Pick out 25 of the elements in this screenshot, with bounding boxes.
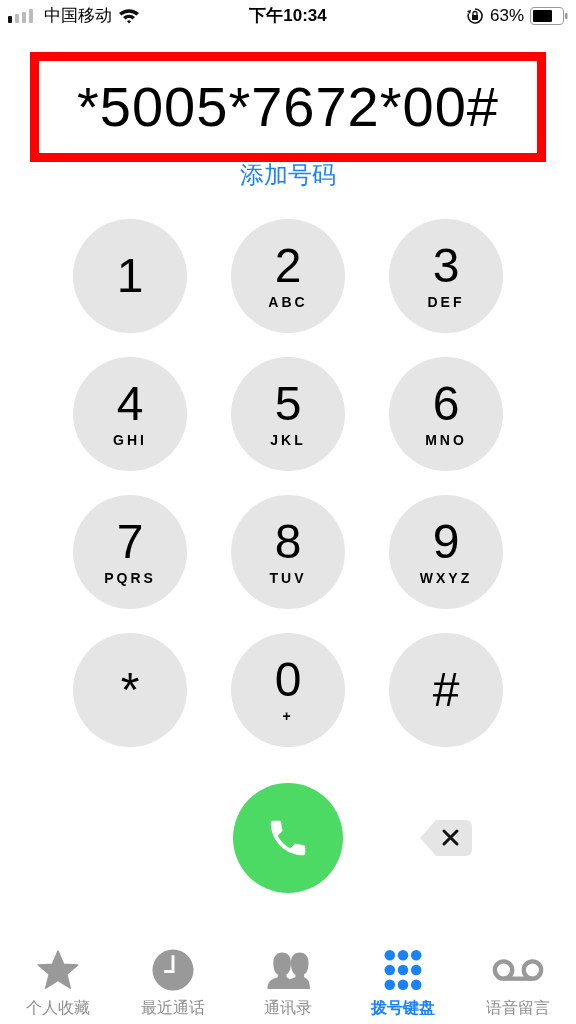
battery-icon — [530, 7, 568, 25]
carrier-name: 中国移动 — [44, 5, 112, 28]
keypad-key[interactable]: 2 ABC — [231, 219, 345, 333]
keypad-key[interactable]: 1 — [73, 219, 187, 333]
tab-bar-item[interactable]: 拨号键盘 — [345, 942, 461, 1020]
keypad-key[interactable]: 0 + — [231, 633, 345, 747]
keypad-key[interactable]: 8 TUV — [231, 495, 345, 609]
delete-button[interactable] — [418, 818, 474, 858]
dialed-number: *5005*7672*00# — [77, 74, 499, 140]
backspace-icon — [420, 820, 472, 856]
wifi-icon — [118, 8, 140, 24]
keypad-key[interactable]: * — [73, 633, 187, 747]
keypad-key[interactable]: 3 DEF — [389, 219, 503, 333]
clock-icon — [150, 948, 195, 992]
star-icon — [35, 948, 80, 992]
add-number-link[interactable]: 添加号码 — [240, 162, 336, 188]
status-time: 下午10:34 — [249, 5, 327, 28]
battery-percent: 63% — [489, 5, 524, 28]
keypad-key[interactable]: 6 MNO — [389, 357, 503, 471]
keypad-key[interactable]: # — [389, 633, 503, 747]
rotation-lock-icon — [465, 7, 484, 25]
keypad-key[interactable]: 7 PQRS — [73, 495, 187, 609]
keypad-key[interactable]: 5 JKL — [231, 357, 345, 471]
keypad-key[interactable]: 4 GHI — [73, 357, 187, 471]
keypad-key[interactable]: 9 WXYZ — [389, 495, 503, 609]
